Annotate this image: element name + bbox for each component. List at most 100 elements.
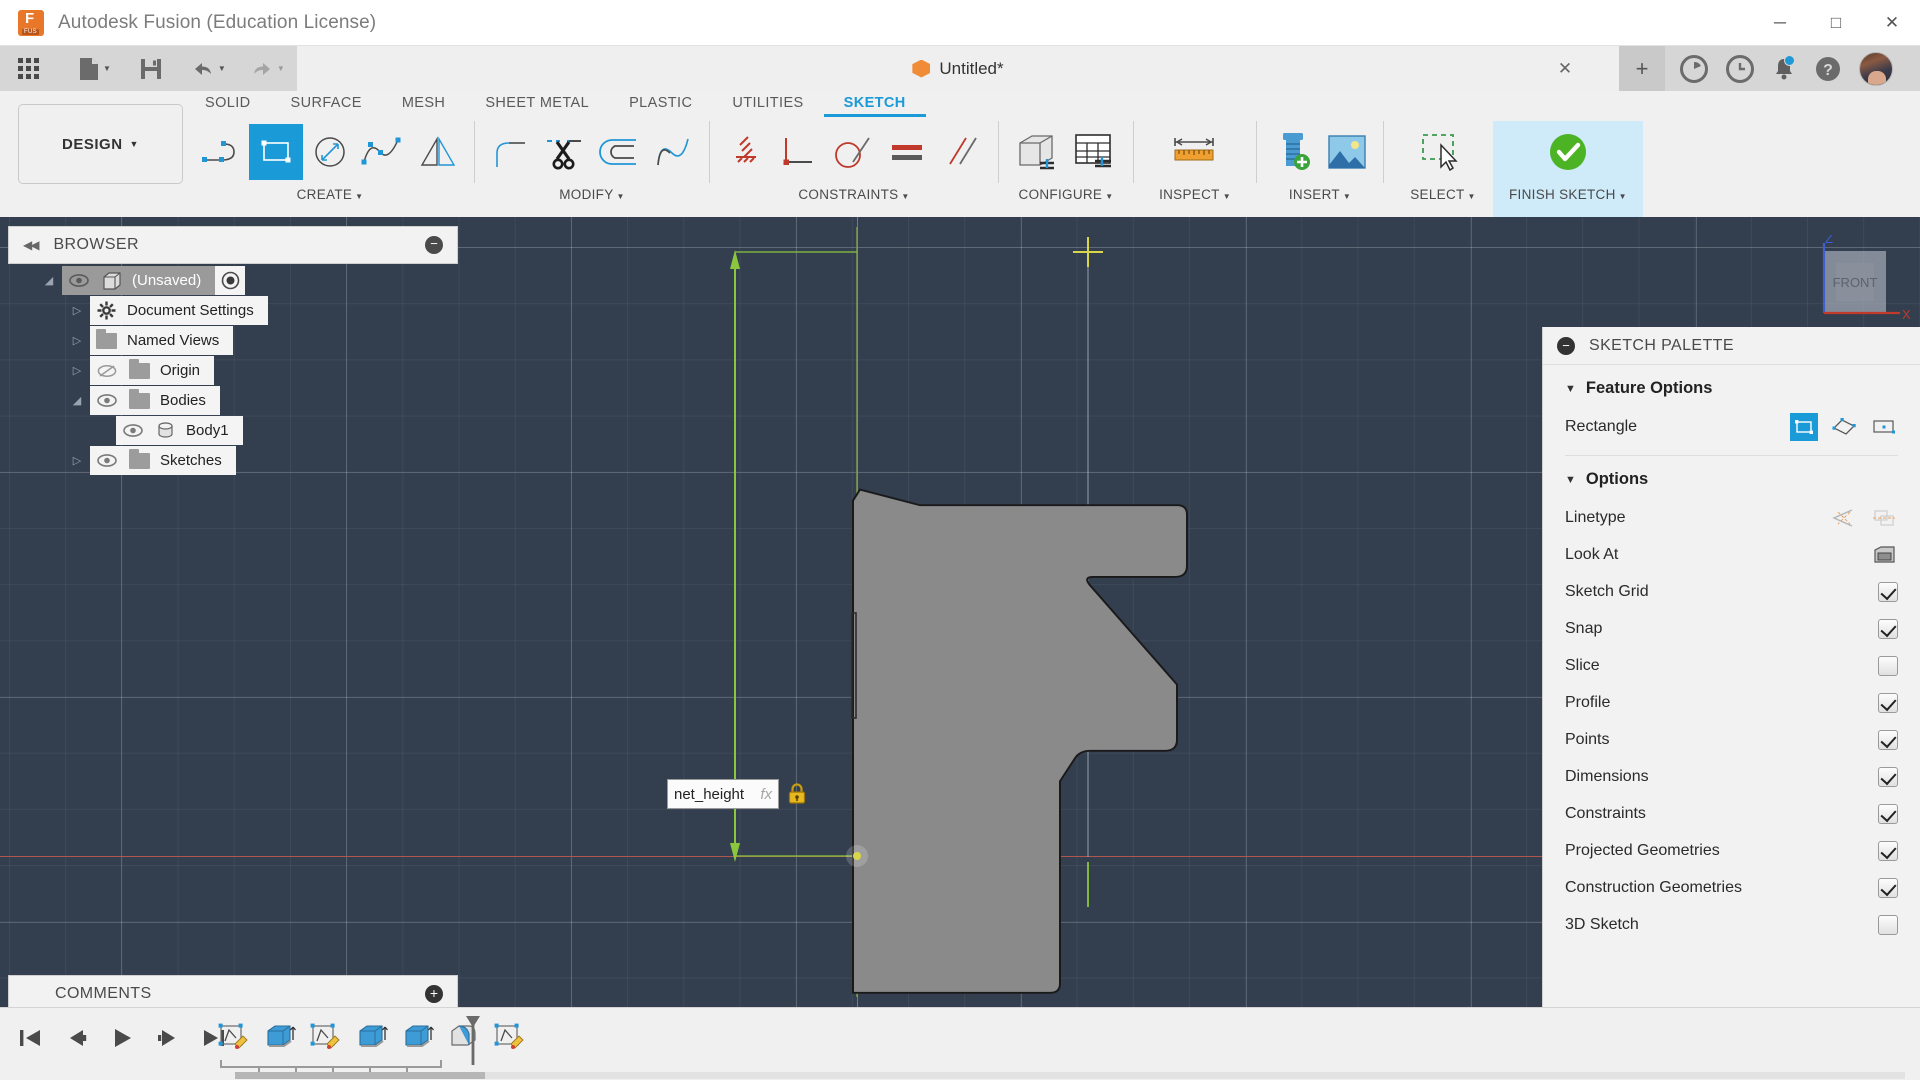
- 3-point-rectangle-icon[interactable]: [1830, 413, 1858, 441]
- centerline-linetype-icon[interactable]: [1870, 504, 1898, 532]
- timeline-extrude-feature-3[interactable]: [399, 1020, 437, 1054]
- palette-row-profile[interactable]: Profile: [1543, 684, 1920, 721]
- step-backward-button[interactable]: [60, 1022, 92, 1054]
- visibility-eye-icon[interactable]: [116, 424, 149, 437]
- timeline-extrude-feature-2[interactable]: [353, 1020, 391, 1054]
- insert-mcmaster-component-button[interactable]: [1266, 124, 1320, 180]
- timeline-sketch-feature-1[interactable]: [215, 1020, 253, 1054]
- palette-row-constraints[interactable]: Constraints: [1543, 795, 1920, 832]
- collapse-arrows-icon[interactable]: ◀◀: [23, 238, 40, 252]
- tab-mesh[interactable]: MESH: [382, 91, 466, 114]
- offset-tool-button[interactable]: [592, 124, 646, 180]
- line-tool-button[interactable]: [195, 124, 249, 180]
- palette-row-projected-geometries[interactable]: Projected Geometries: [1543, 832, 1920, 869]
- lock-icon[interactable]: [788, 783, 806, 804]
- view-cube[interactable]: FRONT Z X: [1792, 235, 1912, 335]
- recent-activity-button[interactable]: [1719, 46, 1761, 91]
- close-document-button[interactable]: ✕: [1553, 57, 1577, 81]
- document-tab[interactable]: Untitled*: [912, 59, 1004, 79]
- play-button[interactable]: [106, 1022, 138, 1054]
- ribbon-group-label-configure[interactable]: CONFIGURE ▼: [1019, 187, 1114, 202]
- tab-sheet-metal[interactable]: SHEET METAL: [465, 91, 609, 114]
- dimensions-checkbox[interactable]: [1878, 766, 1898, 787]
- browser-row-bodies[interactable]: ◢ Bodies: [8, 386, 458, 415]
- projected-geometries-checkbox[interactable]: [1878, 840, 1898, 861]
- browser-row-unsaved[interactable]: ◢ (Unsaved): [8, 266, 458, 295]
- mirror-tool-button[interactable]: [411, 124, 465, 180]
- fillet-tool-button[interactable]: [484, 124, 538, 180]
- step-forward-button[interactable]: [152, 1022, 184, 1054]
- parallel-constraint-button[interactable]: [935, 124, 989, 180]
- configure-body-button[interactable]: [1008, 124, 1066, 180]
- visibility-eye-off-icon[interactable]: [90, 364, 123, 378]
- construction-geometries-checkbox[interactable]: [1878, 877, 1898, 898]
- ribbon-group-label-finish-sketch[interactable]: FINISH SKETCH ▼: [1509, 187, 1627, 202]
- browser-row-sketches[interactable]: ▷ Sketches: [8, 446, 458, 475]
- new-document-button[interactable]: ▼: [71, 46, 118, 91]
- go-to-beginning-button[interactable]: [14, 1022, 46, 1054]
- palette-row-3d-sketch[interactable]: 3D Sketch: [1543, 906, 1920, 943]
- browser-row-origin[interactable]: ▷ Origin: [8, 356, 458, 385]
- browser-row-body1[interactable]: Body1: [8, 416, 458, 445]
- tangent-constraint-button[interactable]: [827, 124, 881, 180]
- browser-row-named-views[interactable]: ▷ Named Views: [8, 326, 458, 355]
- expand-triangle-icon[interactable]: ▷: [64, 334, 90, 347]
- construction-linetype-icon[interactable]: [1830, 504, 1858, 532]
- profile-checkbox[interactable]: [1878, 692, 1898, 713]
- tab-surface[interactable]: SURFACE: [271, 91, 382, 114]
- slice-checkbox[interactable]: [1878, 655, 1898, 676]
- ribbon-group-label-select[interactable]: SELECT ▼: [1410, 187, 1476, 202]
- show-data-panel-button[interactable]: [0, 46, 57, 91]
- visibility-eye-icon[interactable]: [90, 454, 123, 467]
- circle-tool-button[interactable]: [303, 124, 357, 180]
- new-document-tab-button[interactable]: +: [1619, 46, 1665, 91]
- section-options[interactable]: ▼ Options: [1543, 456, 1920, 499]
- close-button[interactable]: ✕: [1864, 0, 1920, 46]
- tree-chip[interactable]: Document Settings: [90, 296, 268, 325]
- visibility-eye-icon[interactable]: [90, 394, 123, 407]
- palette-row-snap[interactable]: Snap: [1543, 610, 1920, 647]
- sketch-grid-checkbox[interactable]: [1878, 581, 1898, 602]
- dimension-value-input[interactable]: net_height fx: [667, 779, 779, 809]
- tab-sketch[interactable]: SKETCH: [823, 91, 926, 117]
- expand-triangle-icon[interactable]: ◢: [36, 274, 62, 287]
- rectangle-tool-button[interactable]: [249, 124, 303, 180]
- browser-row-document-settings[interactable]: ▷ Document Settings: [8, 296, 458, 325]
- curvature-comb-tool-button[interactable]: [646, 124, 700, 180]
- expand-triangle-icon[interactable]: ◢: [64, 394, 90, 407]
- timeline-scrollbar-thumb[interactable]: [235, 1072, 485, 1079]
- insert-canvas-image-button[interactable]: [1320, 124, 1374, 180]
- add-comment-button[interactable]: +: [425, 985, 443, 1003]
- tree-chip[interactable]: Origin: [90, 356, 215, 385]
- maximize-button[interactable]: □: [1808, 0, 1864, 46]
- timeline-playhead-marker[interactable]: [466, 1016, 480, 1065]
- browser-collapse-button[interactable]: −: [425, 236, 443, 254]
- trim-tool-button[interactable]: [538, 124, 592, 180]
- palette-row-sketch-grid[interactable]: Sketch Grid: [1543, 573, 1920, 610]
- 3d-sketch-checkbox[interactable]: [1878, 914, 1898, 935]
- section-feature-options[interactable]: ▼ Feature Options: [1543, 365, 1920, 408]
- timeline-sketch-feature-2[interactable]: [307, 1020, 345, 1054]
- visibility-eye-icon[interactable]: [62, 274, 95, 287]
- configure-table-button[interactable]: [1066, 124, 1124, 180]
- select-tool-button[interactable]: [1410, 124, 1476, 180]
- expand-triangle-icon[interactable]: ▷: [64, 364, 90, 377]
- timeline-scrollbar[interactable]: [235, 1072, 1905, 1079]
- ribbon-group-label-create[interactable]: CREATE ▼: [297, 187, 364, 202]
- job-status-button[interactable]: [1673, 46, 1715, 91]
- measure-tool-button[interactable]: [1160, 124, 1230, 180]
- tab-utilities[interactable]: UTILITIES: [712, 91, 823, 114]
- perpendicular-constraint-button[interactable]: [773, 124, 827, 180]
- center-rectangle-icon[interactable]: [1870, 413, 1898, 441]
- minimize-button[interactable]: ─: [1752, 0, 1808, 46]
- tree-chip[interactable]: Named Views: [90, 326, 234, 355]
- ribbon-group-label-insert[interactable]: INSERT ▼: [1289, 187, 1351, 202]
- constraints-checkbox[interactable]: [1878, 803, 1898, 824]
- palette-row-dimensions[interactable]: Dimensions: [1543, 758, 1920, 795]
- activate-component-radio[interactable]: [215, 266, 246, 295]
- tree-chip[interactable]: (Unsaved): [62, 266, 216, 295]
- ribbon-group-label-inspect[interactable]: INSPECT ▼: [1159, 187, 1231, 202]
- expand-triangle-icon[interactable]: ▷: [64, 454, 90, 467]
- finish-sketch-button[interactable]: [1530, 124, 1606, 180]
- workspace-switcher-button[interactable]: DESIGN ▼: [18, 104, 183, 184]
